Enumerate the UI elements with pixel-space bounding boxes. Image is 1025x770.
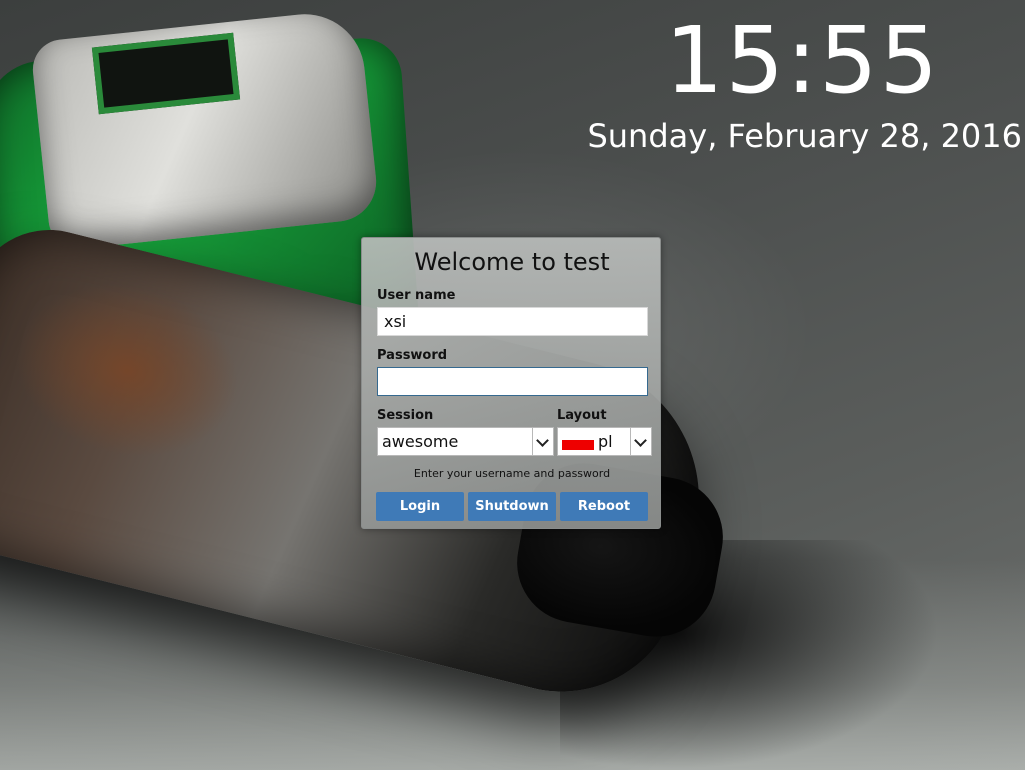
login-panel: Welcome to test User name Password Sessi… xyxy=(361,237,661,529)
reboot-button[interactable]: Reboot xyxy=(560,492,648,521)
session-label: Session xyxy=(377,408,434,423)
password-input[interactable] xyxy=(377,367,648,396)
username-input[interactable] xyxy=(377,307,648,336)
layout-select[interactable]: pl xyxy=(557,427,652,456)
layout-select-value: pl xyxy=(598,432,613,451)
clock-time: 15:55 xyxy=(664,7,941,114)
username-label: User name xyxy=(377,288,456,303)
shutdown-button[interactable]: Shutdown xyxy=(468,492,556,521)
session-select-value: awesome xyxy=(382,432,459,451)
login-hint: Enter your username and password xyxy=(413,467,611,480)
layout-label: Layout xyxy=(557,408,607,423)
chevron-down-icon[interactable] xyxy=(630,428,651,455)
clock-date: Sunday, February 28, 2016 xyxy=(587,117,1022,155)
login-screen: 15:55 Sunday, February 28, 2016 Welcome … xyxy=(0,0,1025,770)
poland-flag-icon xyxy=(562,440,594,450)
login-button[interactable]: Login xyxy=(376,492,464,521)
session-select[interactable]: awesome xyxy=(377,427,554,456)
chevron-down-icon[interactable] xyxy=(532,428,553,455)
welcome-title: Welcome to test xyxy=(414,248,610,276)
password-label: Password xyxy=(377,348,448,363)
